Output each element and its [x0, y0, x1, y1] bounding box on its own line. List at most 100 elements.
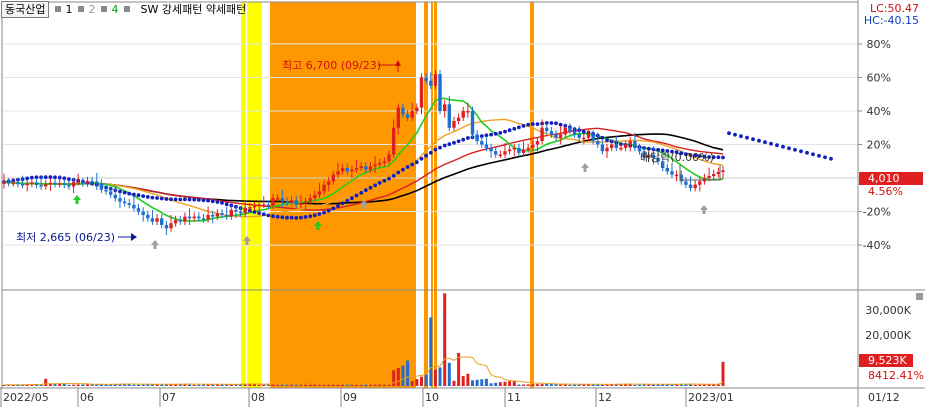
- trend-dot: [196, 198, 201, 202]
- candle-body: [262, 204, 266, 206]
- volume-bar: [503, 381, 507, 386]
- stock-name-button[interactable]: 동국산업: [1, 0, 50, 18]
- trend-dot: [727, 131, 731, 136]
- volume-bar: [206, 384, 210, 386]
- candle-body: [34, 182, 39, 186]
- candle-body: [155, 218, 159, 222]
- candle-body: [211, 214, 215, 217]
- volume-bar: [573, 384, 577, 386]
- indicator-2-toggle[interactable]: 2: [88, 3, 95, 16]
- volume-bar: [197, 384, 201, 386]
- volume-bar: [317, 384, 321, 386]
- trend-dot: [823, 155, 827, 160]
- time-tick-label: 07: [162, 391, 176, 404]
- candle-body: [568, 127, 572, 132]
- candle-body: [512, 147, 516, 150]
- candle-body: [484, 144, 489, 148]
- time-tick-label: 12: [598, 391, 612, 404]
- trend-dot: [493, 131, 498, 136]
- candle-body: [308, 198, 312, 202]
- candle-body: [438, 74, 442, 111]
- volume-tick-label: 20,000K: [865, 329, 911, 342]
- volume-bar: [146, 384, 150, 386]
- candle-body: [549, 131, 554, 135]
- volume-bar: [447, 362, 451, 386]
- volume-bar: [494, 382, 498, 386]
- volume-bar: [266, 384, 270, 386]
- trend-dot: [787, 146, 791, 151]
- signal-arrow-icon: [700, 205, 708, 214]
- candle-body: [517, 147, 521, 153]
- candle-body: [665, 168, 669, 172]
- candle-body: [605, 147, 609, 152]
- volume-bar: [67, 384, 71, 386]
- signal-arrow-icon: [151, 240, 159, 249]
- candle-body: [225, 214, 229, 217]
- trend-dot: [155, 196, 160, 200]
- candle-body: [39, 185, 43, 187]
- candle-body: [415, 107, 419, 111]
- indicator-1-toggle[interactable]: 1: [65, 3, 72, 16]
- trend-dot: [530, 122, 535, 126]
- trend-dot: [350, 196, 354, 201]
- candle-body: [16, 182, 20, 185]
- trend-dot: [312, 213, 317, 218]
- candle-body: [628, 141, 632, 145]
- price-tick-label: 60%: [867, 71, 891, 84]
- trend-dot: [145, 195, 150, 199]
- candle-body: [619, 147, 623, 150]
- candle-body: [44, 184, 48, 187]
- candle-body: [563, 127, 567, 135]
- trend-dot: [299, 215, 303, 220]
- volume-bar: [707, 384, 711, 386]
- candle-body: [693, 184, 697, 189]
- candle-body: [331, 174, 335, 182]
- trend-dot: [419, 156, 424, 161]
- indicator-square-icon: [101, 6, 108, 12]
- candle-body: [76, 182, 80, 184]
- candle-body: [452, 121, 456, 128]
- trend-dot: [396, 170, 401, 175]
- volume-bar: [638, 384, 641, 386]
- low-arrow-icon: [131, 233, 137, 241]
- indicator-4-toggle[interactable]: 4: [111, 3, 118, 16]
- volume-bar: [475, 379, 479, 386]
- candle-body: [586, 134, 591, 138]
- trend-dot: [224, 202, 229, 207]
- volume-bar: [72, 384, 76, 386]
- axis-labels: 최고 6,700 (09/23) 최저 2,665 (06/23) 배당락(0.00…: [0, 38, 924, 407]
- candle-body: [215, 213, 220, 217]
- chart-header: 동국산업 1 2 4 SW 강세패턴 약세패턴: [0, 0, 246, 18]
- candle-body: [498, 154, 502, 157]
- candle-body: [62, 183, 66, 185]
- candle-body: [545, 127, 549, 132]
- candle-body: [220, 213, 224, 215]
- stock-chart[interactable]: 최고 6,700 (09/23) 최저 2,665 (06/23) 배당락(0.00…: [0, 0, 925, 407]
- trend-dot: [132, 192, 136, 197]
- trend-dot: [308, 214, 313, 219]
- candle-body: [424, 77, 428, 81]
- candle-body: [118, 198, 122, 202]
- volume-bar: [132, 384, 136, 386]
- trend-dot: [558, 122, 563, 127]
- candle-body: [387, 154, 391, 162]
- candle-body: [122, 201, 127, 204]
- volume-bar: [438, 367, 442, 386]
- candle-body: [248, 207, 252, 209]
- pane-resize-icon: [916, 293, 923, 300]
- candle-body: [276, 198, 280, 200]
- trend-dot: [363, 188, 368, 193]
- volume-bar: [545, 384, 549, 386]
- volume-bar: [577, 384, 581, 386]
- candle-body: [192, 216, 196, 219]
- trend-dot: [721, 155, 725, 160]
- candle-body: [623, 144, 628, 148]
- trend-dot: [183, 197, 187, 202]
- volume-bar: [141, 384, 145, 386]
- candle-body: [11, 182, 15, 185]
- volume-bar: [480, 379, 484, 386]
- candle-body: [712, 174, 716, 176]
- trend-dot: [345, 198, 350, 203]
- volume-tick-label: 30,000K: [865, 304, 911, 317]
- volume-bar: [540, 384, 544, 386]
